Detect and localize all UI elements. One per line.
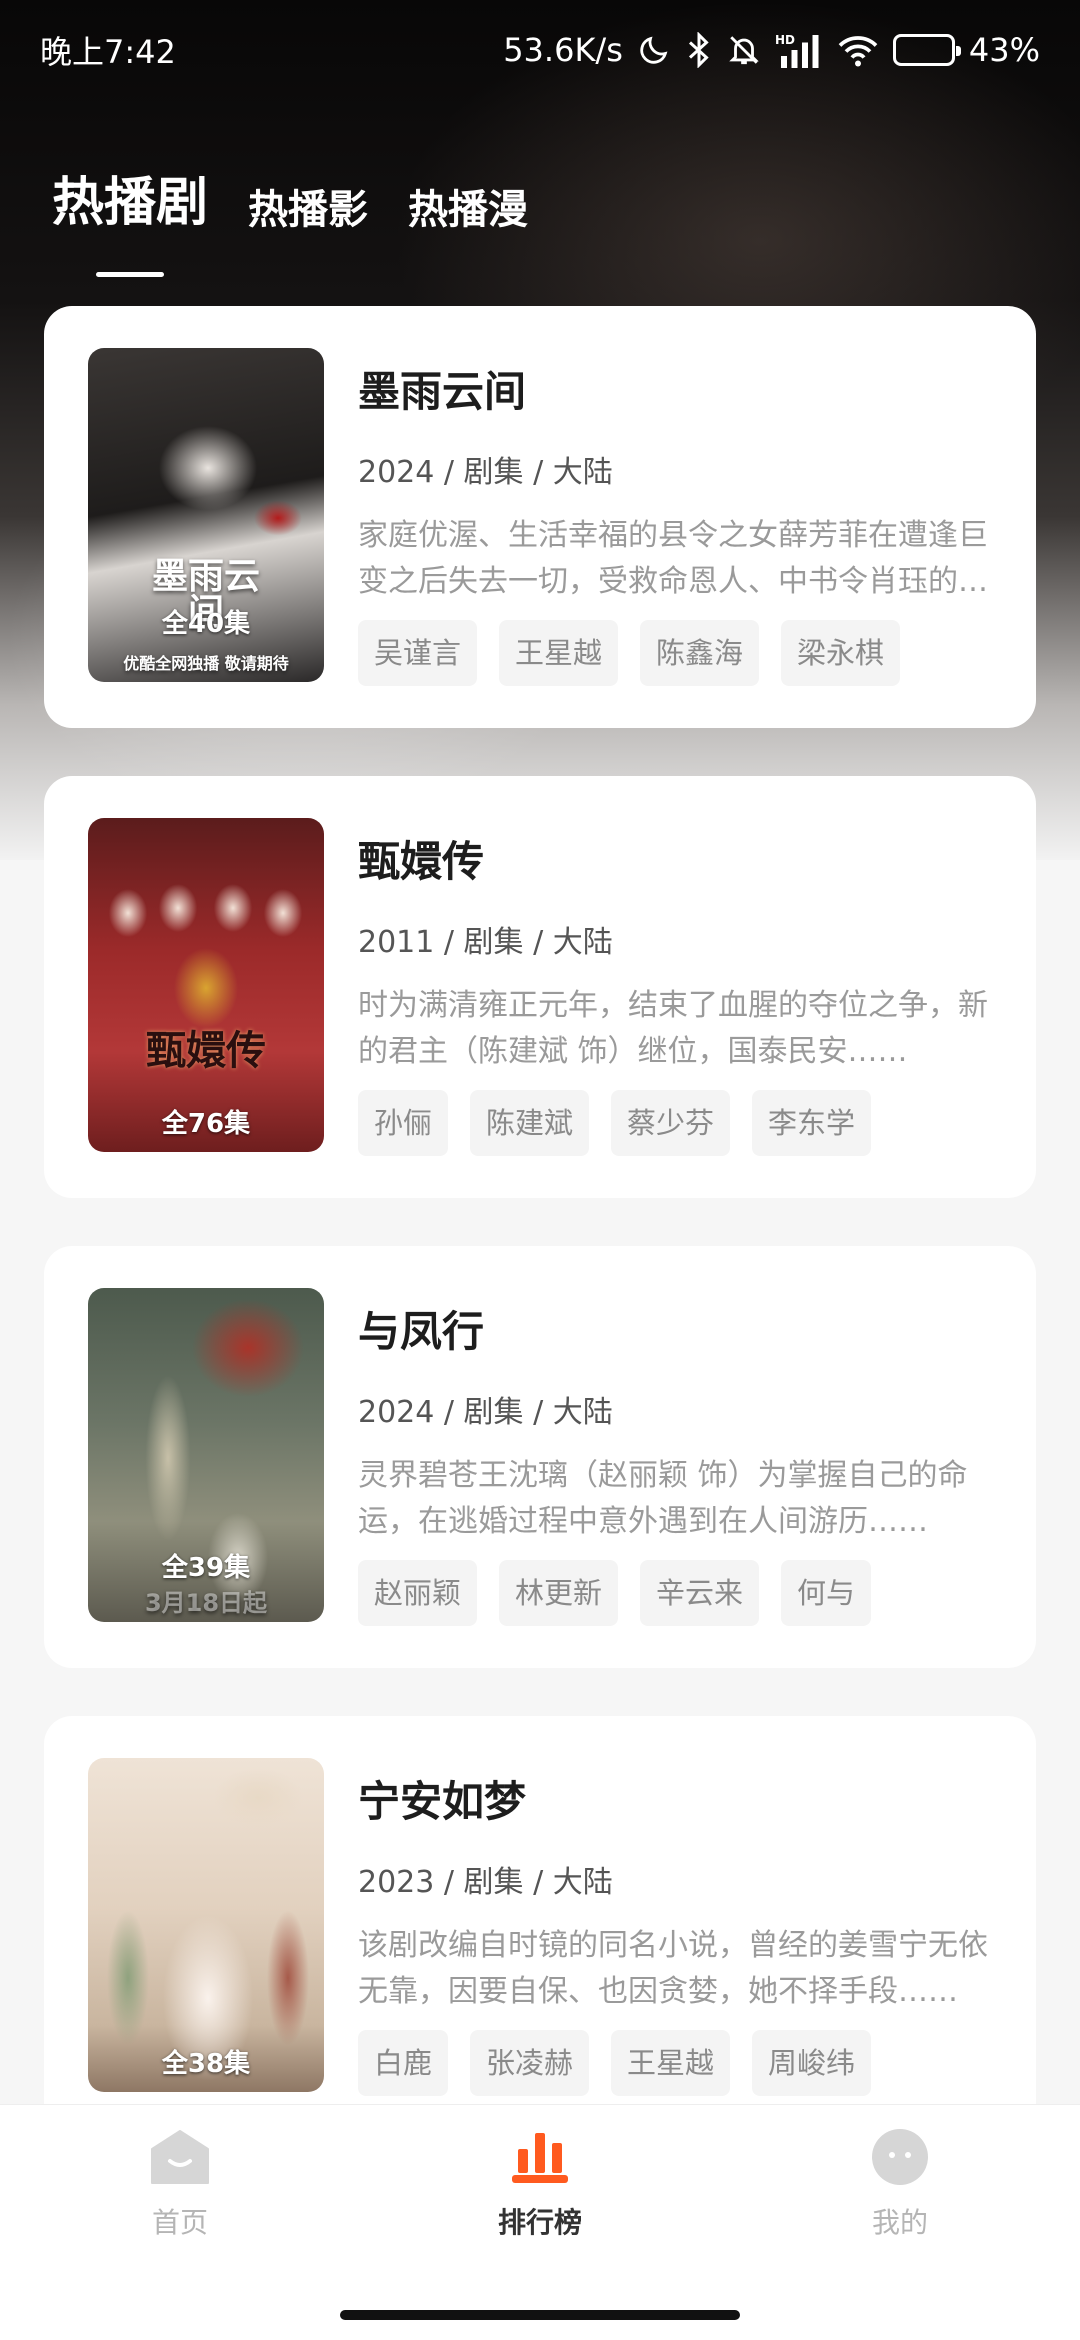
bottom-nav: 首页 排行榜 我的: [0, 2104, 1080, 2340]
show-meta: 2011 / 剧集 / 大陆: [358, 925, 613, 960]
show-card[interactable]: 墨雨云间 优酷全网独播 敬请期待 全40集 墨雨云间 2024 / 剧集 / 大…: [44, 306, 1036, 728]
actor-tags: 白鹿 张凌赫 王星越 周峻纬: [358, 2030, 992, 2096]
show-info: 甄嬛传 2011 / 剧集 / 大陆 时为满清雍正元年，结束了血腥的夺位之争，新…: [358, 818, 992, 1156]
nav-label: 我的: [871, 2206, 928, 2239]
bluetooth-icon: [685, 30, 713, 70]
nav-label: 排行榜: [497, 2206, 582, 2239]
tab-hot-series[interactable]: 热播剧: [52, 160, 208, 253]
actor-tag[interactable]: 蔡少芬: [611, 1090, 731, 1156]
svg-text:HD: HD: [775, 33, 795, 47]
show-poster[interactable]: 全38集: [88, 1758, 324, 2092]
category-tabs: 热播剧 热播影 热播漫: [52, 160, 528, 253]
poster-title: 甄嬛传: [146, 1027, 266, 1074]
show-list: 墨雨云间 优酷全网独播 敬请期待 全40集 墨雨云间 2024 / 剧集 / 大…: [44, 306, 1036, 2186]
show-description: 时为满清雍正元年，结束了血腥的夺位之争，新的君主（陈建斌 饰）继位，国泰民安……: [358, 988, 988, 1069]
show-meta: 2024 / 剧集 / 大陆: [358, 1395, 613, 1430]
home-icon: [148, 2127, 212, 2191]
show-poster[interactable]: 墨雨云间 优酷全网独播 敬请期待 全40集: [88, 348, 324, 682]
status-bar: 晚上7:42 53.6K/s HD 43%: [0, 0, 1080, 100]
nav-profile[interactable]: 我的: [790, 2127, 1010, 2241]
home-indicator[interactable]: [340, 2310, 740, 2320]
actor-tag[interactable]: 陈鑫海: [640, 620, 760, 686]
wifi-icon: [837, 30, 879, 70]
show-meta: 2023 / 剧集 / 大陆: [358, 1865, 613, 1900]
actor-tag[interactable]: 王星越: [611, 2030, 731, 2096]
show-poster[interactable]: 甄嬛传 全76集: [88, 818, 324, 1152]
nav-ranking[interactable]: 排行榜: [430, 2127, 650, 2241]
show-title[interactable]: 甄嬛传: [358, 828, 992, 889]
battery-icon: [892, 34, 961, 66]
show-info: 与凤行 2024 / 剧集 / 大陆 灵界碧苍王沈璃（赵丽颖 饰）为掌握自己的命…: [358, 1288, 992, 1626]
episode-count: 全40集: [161, 609, 251, 639]
episode-count: 全39集: [161, 1553, 251, 1583]
actor-tag[interactable]: 李东学: [752, 1090, 872, 1156]
poster-image: [88, 1758, 324, 2092]
battery-percent: 43%: [968, 31, 1040, 69]
network-speed: 53.6K/s: [503, 31, 623, 69]
actor-tag[interactable]: 张凌赫: [470, 2030, 590, 2096]
show-info: 墨雨云间 2024 / 剧集 / 大陆 家庭优渥、生活幸福的县令之女薛芳菲在遭逢…: [358, 348, 992, 686]
show-title[interactable]: 墨雨云间: [358, 358, 992, 419]
show-meta: 2024 / 剧集 / 大陆: [358, 455, 613, 490]
show-title[interactable]: 宁安如梦: [358, 1768, 992, 1829]
tab-hot-movies[interactable]: 热播影: [248, 177, 368, 253]
show-card[interactable]: 全38集 宁安如梦 2023 / 剧集 / 大陆 该剧改编自时镜的同名小说，曾经…: [44, 1716, 1036, 2138]
actor-tag[interactable]: 梁永棋: [781, 620, 901, 686]
status-time: 晚上7:42: [40, 33, 176, 71]
actor-tag[interactable]: 周峻纬: [752, 2030, 872, 2096]
actor-tag[interactable]: 王星越: [499, 620, 619, 686]
nav-home[interactable]: 首页: [70, 2127, 290, 2241]
actor-tag[interactable]: 赵丽颖: [358, 1560, 478, 1626]
ranking-icon: [508, 2127, 572, 2191]
show-card[interactable]: 3月18日起 全39集 与凤行 2024 / 剧集 / 大陆 灵界碧苍王沈璃（赵…: [44, 1246, 1036, 1668]
actor-tag[interactable]: 白鹿: [358, 2030, 449, 2096]
profile-icon: [868, 2127, 932, 2191]
signal-hd-icon: HD: [775, 30, 823, 70]
tab-hot-anime[interactable]: 热播漫: [408, 177, 528, 253]
nav-label: 首页: [151, 2206, 208, 2239]
poster-caption: 3月18日起: [144, 1589, 268, 1617]
actor-tags: 吴谨言 王星越 陈鑫海 梁永棋: [358, 620, 992, 686]
show-info: 宁安如梦 2023 / 剧集 / 大陆 该剧改编自时镜的同名小说，曾经的姜雪宁无…: [358, 1758, 992, 2096]
actor-tag[interactable]: 孙俪: [358, 1090, 449, 1156]
actor-tags: 赵丽颖 林更新 辛云来 何与: [358, 1560, 992, 1626]
episode-count: 全76集: [161, 1109, 251, 1139]
show-description: 灵界碧苍王沈璃（赵丽颖 饰）为掌握自己的命运，在逃婚过程中意外遇到在人间游历……: [358, 1458, 968, 1539]
poster-image: [88, 818, 324, 1152]
show-title[interactable]: 与凤行: [358, 1298, 992, 1359]
actor-tag[interactable]: 陈建斌: [470, 1090, 590, 1156]
actor-tags: 孙俪 陈建斌 蔡少芬 李东学: [358, 1090, 992, 1156]
actor-tag[interactable]: 吴谨言: [358, 620, 478, 686]
status-icons: 53.6K/s HD 43%: [503, 30, 1040, 70]
show-description: 该剧改编自时镜的同名小说，曾经的姜雪宁无依无靠，因要自保、也因贪婪，她不择手段……: [358, 1928, 988, 2009]
moon-icon: [637, 30, 671, 70]
show-card[interactable]: 甄嬛传 全76集 甄嬛传 2011 / 剧集 / 大陆 时为满清雍正元年，结束了…: [44, 776, 1036, 1198]
show-poster[interactable]: 3月18日起 全39集: [88, 1288, 324, 1622]
poster-caption: 优酷全网独播 敬请期待: [123, 654, 289, 673]
actor-tag[interactable]: 何与: [781, 1560, 872, 1626]
app-screen: 晚上7:42 53.6K/s HD 43% 热播剧 热播影 热播漫 墨雨云间 优…: [0, 0, 1080, 2340]
actor-tag[interactable]: 林更新: [499, 1560, 619, 1626]
episode-count: 全38集: [161, 2049, 251, 2079]
actor-tag[interactable]: 辛云来: [640, 1560, 760, 1626]
bell-off-icon: [727, 30, 761, 70]
show-description: 家庭优渥、生活幸福的县令之女薛芳菲在遭逢巨变之后失去一切，受救命恩人、中书令肖珏…: [358, 518, 988, 599]
